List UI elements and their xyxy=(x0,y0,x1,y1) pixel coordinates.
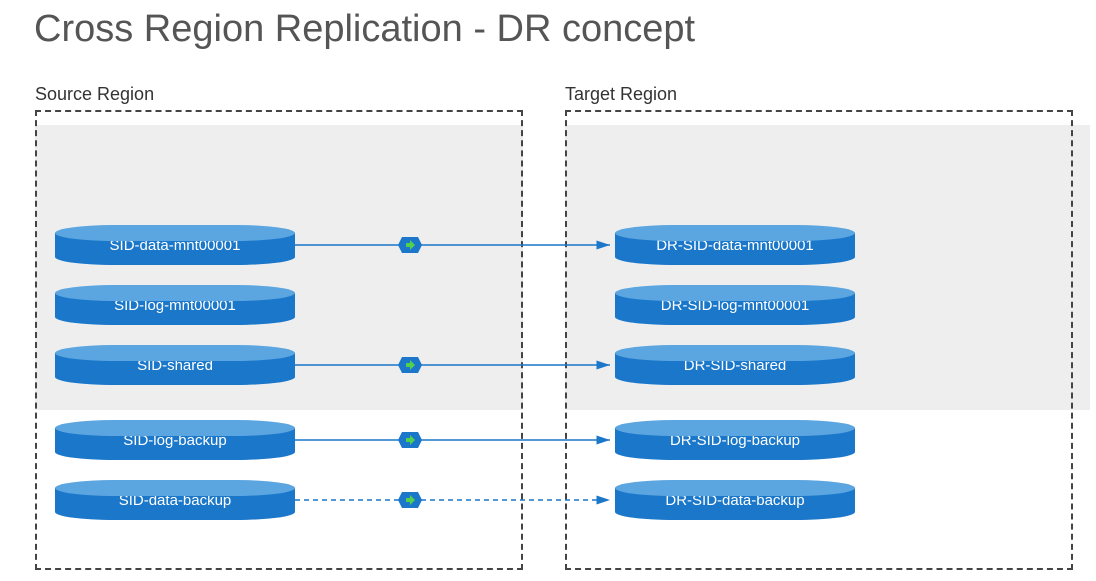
target-shared-volume: DR-SID-shared xyxy=(615,345,855,385)
target-data-backup-volume: DR-SID-data-backup xyxy=(615,480,855,520)
storage-replication-icon xyxy=(398,428,422,452)
target-log-volume: DR-SID-log-mnt00001 xyxy=(615,285,855,325)
source-log-backup-volume: SID-log-backup xyxy=(55,420,295,460)
target-log-backup-volume: DR-SID-log-backup xyxy=(615,420,855,460)
target-region-label: Target Region xyxy=(565,84,677,105)
storage-replication-icon xyxy=(398,488,422,512)
diagram-title: Cross Region Replication - DR concept xyxy=(34,8,695,51)
source-shared-volume: SID-shared xyxy=(55,345,295,385)
source-data-volume: SID-data-mnt00001 xyxy=(55,225,295,265)
target-data-volume: DR-SID-data-mnt00001 xyxy=(615,225,855,265)
source-region-label: Source Region xyxy=(35,84,154,105)
source-log-volume: SID-log-mnt00001 xyxy=(55,285,295,325)
source-data-backup-volume: SID-data-backup xyxy=(55,480,295,520)
storage-replication-icon xyxy=(398,233,422,257)
storage-replication-icon xyxy=(398,353,422,377)
